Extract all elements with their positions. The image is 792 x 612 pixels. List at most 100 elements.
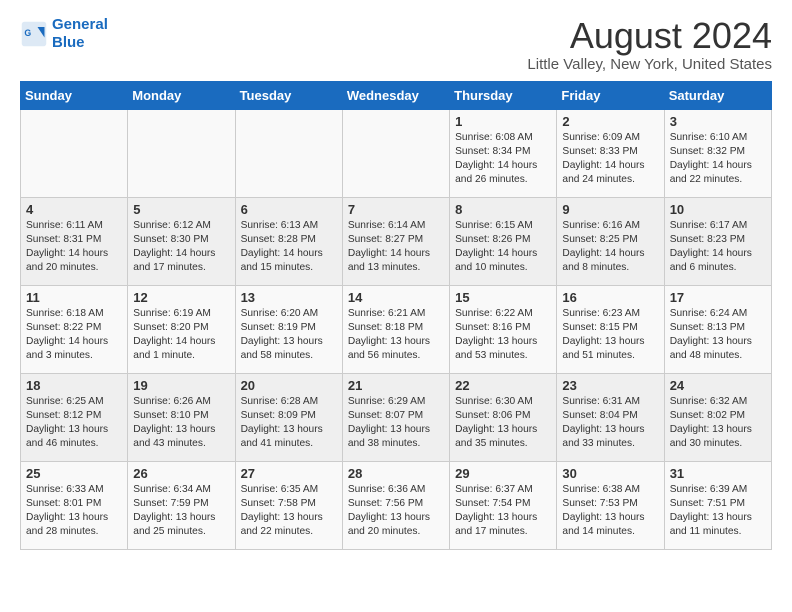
calendar-cell: 9 Sunrise: 6:16 AM Sunset: 8:25 PM Daylig… [557,197,664,285]
weekday-header: Sunday [21,81,128,109]
month-title: August 2024 [527,16,772,56]
cell-info: Sunrise: 6:09 AM Sunset: 8:33 PM Dayligh… [562,131,658,188]
logo-line1: General [52,16,108,33]
cell-info: Sunrise: 6:17 AM Sunset: 8:23 PM Dayligh… [670,219,766,276]
day-number: 9 [562,202,658,217]
calendar-cell: 18 Sunrise: 6:25 AM Sunset: 8:12 PM Dayli… [21,373,128,461]
title-area: August 2024 Little Valley, New York, Uni… [527,16,772,73]
day-number: 28 [348,466,444,481]
weekday-header-row: SundayMondayTuesdayWednesdayThursdayFrid… [21,81,772,109]
day-number: 12 [133,290,229,305]
cell-info: Sunrise: 6:13 AM Sunset: 8:28 PM Dayligh… [241,219,337,276]
calendar-cell: 12 Sunrise: 6:19 AM Sunset: 8:20 PM Dayli… [128,285,235,373]
day-number: 21 [348,378,444,393]
cell-info: Sunrise: 6:38 AM Sunset: 7:53 PM Dayligh… [562,483,658,540]
cell-info: Sunrise: 6:12 AM Sunset: 8:30 PM Dayligh… [133,219,229,276]
day-number: 15 [455,290,551,305]
day-number: 19 [133,378,229,393]
day-number: 20 [241,378,337,393]
calendar-table: SundayMondayTuesdayWednesdayThursdayFrid… [20,81,772,550]
day-number: 17 [670,290,766,305]
calendar-cell [342,109,449,197]
day-number: 8 [455,202,551,217]
calendar-cell: 22Sunrise: 6:30 AM Sunset: 8:06 PM Dayli… [450,373,557,461]
day-number: 6 [241,202,337,217]
calendar-cell: 6 Sunrise: 6:13 AM Sunset: 8:28 PM Daylig… [235,197,342,285]
cell-info: Sunrise: 6:18 AM Sunset: 8:22 PM Dayligh… [26,307,122,364]
day-number: 16 [562,290,658,305]
calendar-cell: 1Sunrise: 6:08 AM Sunset: 8:34 PM Daylig… [450,109,557,197]
svg-text:G: G [24,28,31,38]
weekday-header: Wednesday [342,81,449,109]
cell-info: Sunrise: 6:21 AM Sunset: 8:18 PM Dayligh… [348,307,444,364]
calendar-week-row: 11 Sunrise: 6:18 AM Sunset: 8:22 PM Dayli… [21,285,772,373]
cell-info: Sunrise: 6:22 AM Sunset: 8:16 PM Dayligh… [455,307,551,364]
logo-text: General Blue [52,16,108,52]
day-number: 11 [26,290,122,305]
cell-info: Sunrise: 6:39 AM Sunset: 7:51 PM Dayligh… [670,483,766,540]
weekday-header: Friday [557,81,664,109]
cell-info: Sunrise: 6:28 AM Sunset: 8:09 PM Dayligh… [241,395,337,452]
day-number: 13 [241,290,337,305]
day-number: 2 [562,114,658,129]
day-number: 27 [241,466,337,481]
day-number: 25 [26,466,122,481]
cell-info: Sunrise: 6:08 AM Sunset: 8:34 PM Dayligh… [455,131,551,188]
calendar-cell [235,109,342,197]
day-number: 18 [26,378,122,393]
calendar-cell: 23 Sunrise: 6:31 AM Sunset: 8:04 PM Dayli… [557,373,664,461]
calendar-cell: 29 Sunrise: 6:37 AM Sunset: 7:54 PM Dayli… [450,461,557,549]
calendar-cell [128,109,235,197]
cell-info: Sunrise: 6:30 AM Sunset: 8:06 PM Dayligh… [455,395,551,452]
day-number: 30 [562,466,658,481]
day-number: 29 [455,466,551,481]
cell-info: Sunrise: 6:16 AM Sunset: 8:25 PM Dayligh… [562,219,658,276]
cell-info: Sunrise: 6:19 AM Sunset: 8:20 PM Dayligh… [133,307,229,364]
calendar-cell: 14Sunrise: 6:21 AM Sunset: 8:18 PM Dayli… [342,285,449,373]
logo-icon: G [20,20,48,48]
location-title: Little Valley, New York, United States [527,56,772,73]
day-number: 26 [133,466,229,481]
day-number: 10 [670,202,766,217]
calendar-cell: 20 Sunrise: 6:28 AM Sunset: 8:09 PM Dayli… [235,373,342,461]
cell-info: Sunrise: 6:36 AM Sunset: 7:56 PM Dayligh… [348,483,444,540]
cell-info: Sunrise: 6:37 AM Sunset: 7:54 PM Dayligh… [455,483,551,540]
calendar-cell: 25Sunrise: 6:33 AM Sunset: 8:01 PM Dayli… [21,461,128,549]
day-number: 31 [670,466,766,481]
calendar-cell: 28 Sunrise: 6:36 AM Sunset: 7:56 PM Dayli… [342,461,449,549]
cell-info: Sunrise: 6:24 AM Sunset: 8:13 PM Dayligh… [670,307,766,364]
day-number: 7 [348,202,444,217]
day-number: 23 [562,378,658,393]
calendar-cell: 2 Sunrise: 6:09 AM Sunset: 8:33 PM Daylig… [557,109,664,197]
day-number: 5 [133,202,229,217]
cell-info: Sunrise: 6:31 AM Sunset: 8:04 PM Dayligh… [562,395,658,452]
calendar-week-row: 1Sunrise: 6:08 AM Sunset: 8:34 PM Daylig… [21,109,772,197]
calendar-cell: 15 Sunrise: 6:22 AM Sunset: 8:16 PM Dayli… [450,285,557,373]
calendar-cell [21,109,128,197]
logo-line2: Blue [52,34,85,51]
calendar-cell: 13Sunrise: 6:20 AM Sunset: 8:19 PM Dayli… [235,285,342,373]
header: G General Blue August 2024 Little Valley… [20,16,772,73]
calendar-cell: 5 Sunrise: 6:12 AM Sunset: 8:30 PM Daylig… [128,197,235,285]
day-number: 3 [670,114,766,129]
cell-info: Sunrise: 6:10 AM Sunset: 8:32 PM Dayligh… [670,131,766,188]
cell-info: Sunrise: 6:32 AM Sunset: 8:02 PM Dayligh… [670,395,766,452]
calendar-week-row: 25Sunrise: 6:33 AM Sunset: 8:01 PM Dayli… [21,461,772,549]
calendar-cell: 4Sunrise: 6:11 AM Sunset: 8:31 PM Daylig… [21,197,128,285]
calendar-week-row: 4Sunrise: 6:11 AM Sunset: 8:31 PM Daylig… [21,197,772,285]
calendar-week-row: 18 Sunrise: 6:25 AM Sunset: 8:12 PM Dayli… [21,373,772,461]
weekday-header: Saturday [664,81,771,109]
calendar-cell: 16 Sunrise: 6:23 AM Sunset: 8:15 PM Dayli… [557,285,664,373]
cell-info: Sunrise: 6:14 AM Sunset: 8:27 PM Dayligh… [348,219,444,276]
logo: G General Blue [20,16,108,52]
cell-info: Sunrise: 6:29 AM Sunset: 8:07 PM Dayligh… [348,395,444,452]
cell-info: Sunrise: 6:23 AM Sunset: 8:15 PM Dayligh… [562,307,658,364]
weekday-header: Thursday [450,81,557,109]
cell-info: Sunrise: 6:15 AM Sunset: 8:26 PM Dayligh… [455,219,551,276]
calendar-cell: 17 Sunrise: 6:24 AM Sunset: 8:13 PM Dayli… [664,285,771,373]
cell-info: Sunrise: 6:11 AM Sunset: 8:31 PM Dayligh… [26,219,122,276]
calendar-cell: 26Sunrise: 6:34 AM Sunset: 7:59 PM Dayli… [128,461,235,549]
calendar-cell: 10 Sunrise: 6:17 AM Sunset: 8:23 PM Dayli… [664,197,771,285]
cell-info: Sunrise: 6:25 AM Sunset: 8:12 PM Dayligh… [26,395,122,452]
weekday-header: Tuesday [235,81,342,109]
